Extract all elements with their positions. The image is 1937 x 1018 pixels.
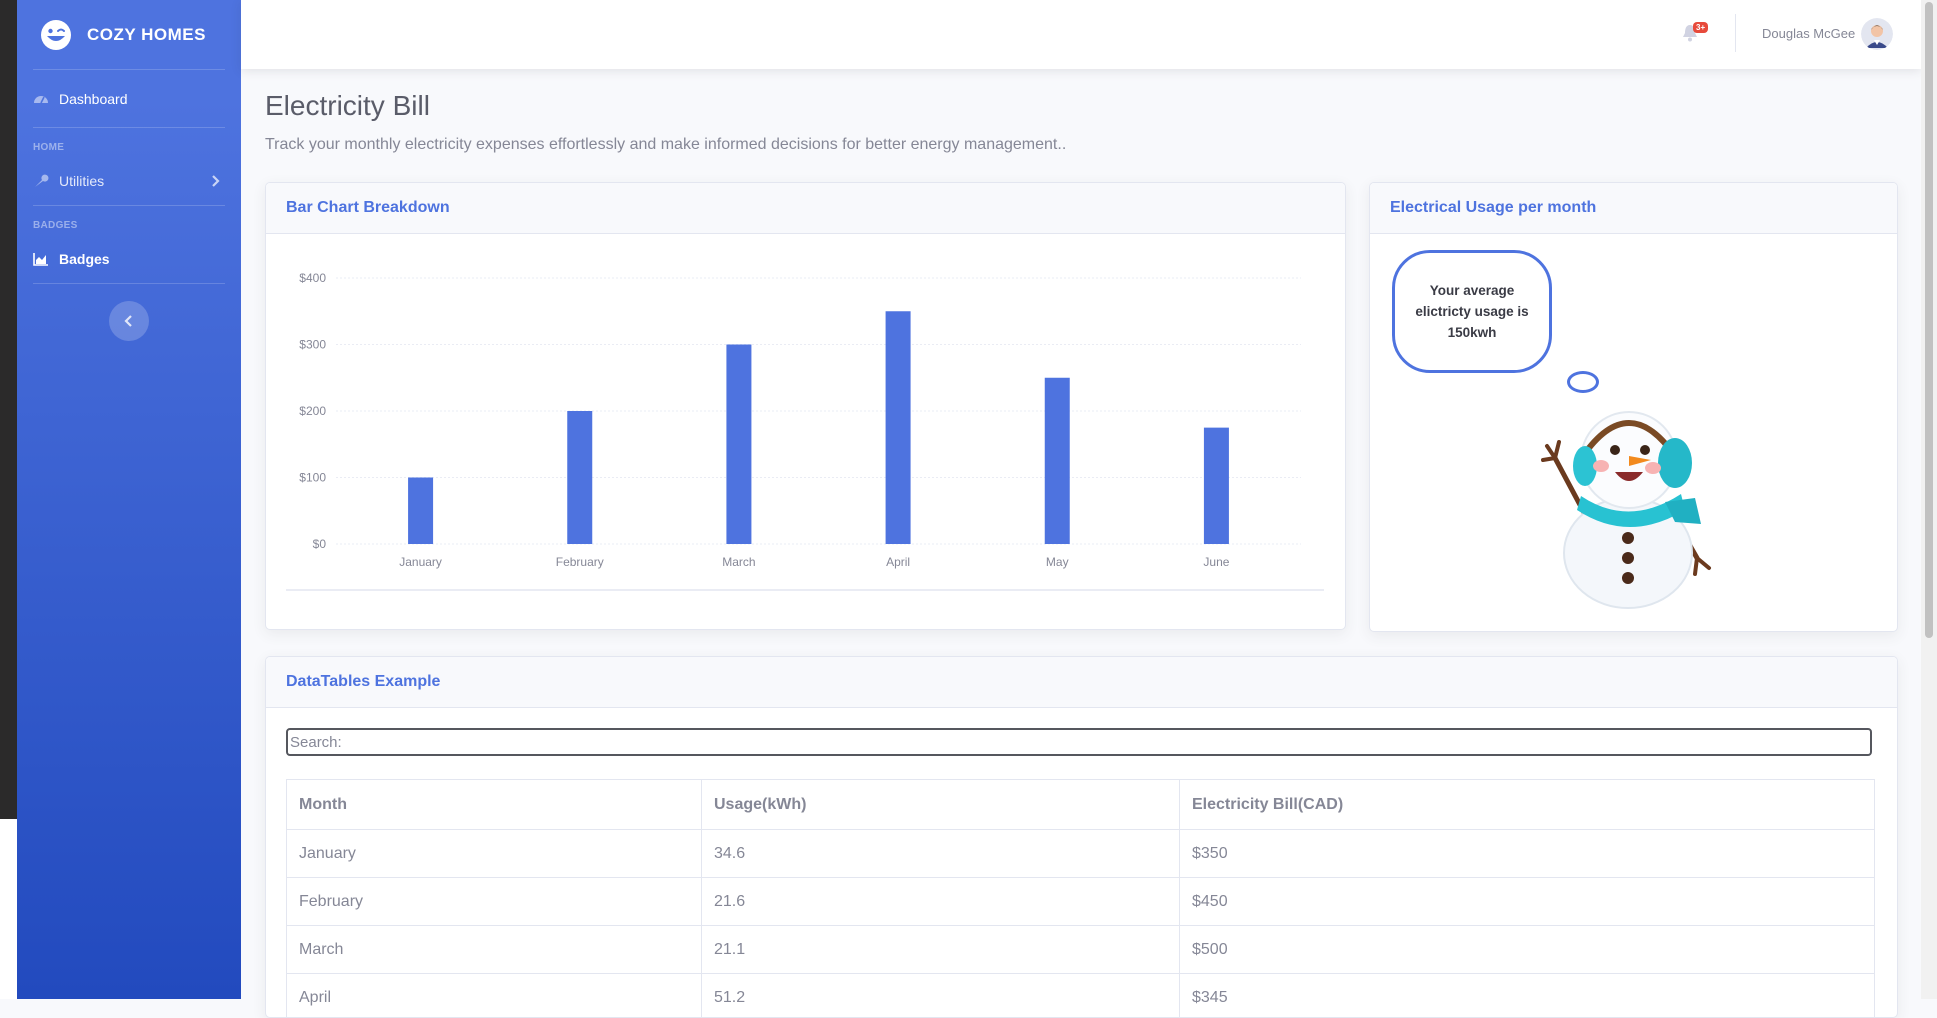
y-tick-label: $400 [299,271,326,285]
cell-usage: 34.6 [702,830,1180,878]
bar-march [726,345,751,545]
cell-month: April [287,974,702,1018]
sidebar-item-label: Dashboard [59,91,128,107]
column-header-month[interactable]: Month [287,780,702,830]
column-header-usage[interactable]: Usage(kWh) [702,780,1180,830]
cell-usage: 21.6 [702,878,1180,926]
topbar-divider [1735,14,1736,52]
chart-area-icon [33,251,49,267]
sidebar-item-dashboard[interactable]: Dashboard [17,70,241,127]
bar-june [1204,428,1229,544]
bar-chart: $0 $100 $200 $300 $400 January February March Ap… [266,234,1345,628]
sidebar-item-label: Utilities [59,173,104,189]
topbar: 3+ Douglas McGee [241,0,1921,69]
table-header-row: Month Usage(kWh) Electricity Bill(CAD) [287,780,1875,830]
table-row: April 51.2 $345 [287,974,1875,1018]
alerts-counter-badge: 3+ [1693,22,1708,33]
cell-month: February [287,878,702,926]
cell-bill: $345 [1180,974,1875,1018]
chevron-left-icon [124,315,134,327]
sidebar-item-label: Badges [59,251,110,267]
y-tick-label: $300 [299,338,326,352]
sidebar-item-utilities[interactable]: Utilities [17,157,241,205]
bar-january [408,478,433,545]
bubble-text: Your average elictricty usage is 150kwh [1410,280,1535,343]
table-row: March 21.1 $500 [287,926,1875,974]
sidebar-toggle-button[interactable] [109,301,149,341]
x-tick-label: May [1046,555,1069,569]
left-edge-strip [0,0,17,819]
snowman-illustration [1525,398,1725,613]
y-tick-label: $100 [299,471,326,485]
scrollbar-thumb[interactable] [1925,2,1933,638]
cell-usage: 21.1 [702,926,1180,974]
cell-bill: $350 [1180,830,1875,878]
card-header: DataTables Example [266,657,1897,708]
card-title: DataTables Example [286,673,440,691]
tachometer-icon [33,91,49,107]
card-title: Bar Chart Breakdown [286,199,450,217]
datatable-card: DataTables Example Month Usage(kWh) Elec… [265,656,1898,1018]
x-tick-label: January [399,555,442,569]
x-tick-label: June [1203,555,1229,569]
sidebar-item-badges[interactable]: Badges [17,235,241,283]
user-name[interactable]: Douglas McGee [1762,26,1855,41]
x-tick-label: February [556,555,604,569]
laugh-wink-icon [39,18,73,52]
cell-month: January [287,830,702,878]
x-tick-label: March [722,555,755,569]
usage-card: Electrical Usage per month Your average … [1369,182,1898,632]
brand-name: COZY HOMES [87,25,206,45]
left-edge-gap [0,819,17,999]
y-tick-label: $200 [299,404,326,418]
column-header-bill[interactable]: Electricity Bill(CAD) [1180,780,1875,830]
card-header: Electrical Usage per month [1370,183,1897,234]
cell-bill: $450 [1180,878,1875,926]
bar-february [567,411,592,544]
card-header: Bar Chart Breakdown [266,183,1345,234]
bar-april [886,311,911,544]
sidebar-brand[interactable]: COZY HOMES [17,0,241,69]
chevron-right-icon [211,174,221,188]
thought-bubble: Your average elictricty usage is 150kwh [1392,250,1552,373]
bar-chart-card: Bar Chart Breakdown $0 $100 $200 $300 $400 Ja… [265,182,1346,630]
sidebar: COZY HOMES Dashboard HOME Utilities BADG… [17,0,241,999]
bar-may [1045,378,1070,544]
table-row: January 34.6 $350 [287,830,1875,878]
search-input[interactable] [286,728,1872,756]
table-row: February 21.6 $450 [287,878,1875,926]
page-subtitle: Track your monthly electricity expenses … [265,136,1066,154]
card-title: Electrical Usage per month [1390,199,1596,217]
avatar[interactable] [1861,18,1893,50]
data-table: Month Usage(kWh) Electricity Bill(CAD) J… [286,779,1875,1018]
thought-bubble-tail [1567,371,1599,393]
y-tick-label: $0 [313,537,327,551]
cell-usage: 51.2 [702,974,1180,1018]
sidebar-heading-badges: BADGES [17,206,241,235]
cell-bill: $500 [1180,926,1875,974]
sidebar-heading-home: HOME [17,128,241,157]
page-title: Electricity Bill [265,90,430,122]
x-tick-label: April [886,555,910,569]
wrench-icon [33,173,49,189]
cell-month: March [287,926,702,974]
sidebar-divider [33,283,225,284]
